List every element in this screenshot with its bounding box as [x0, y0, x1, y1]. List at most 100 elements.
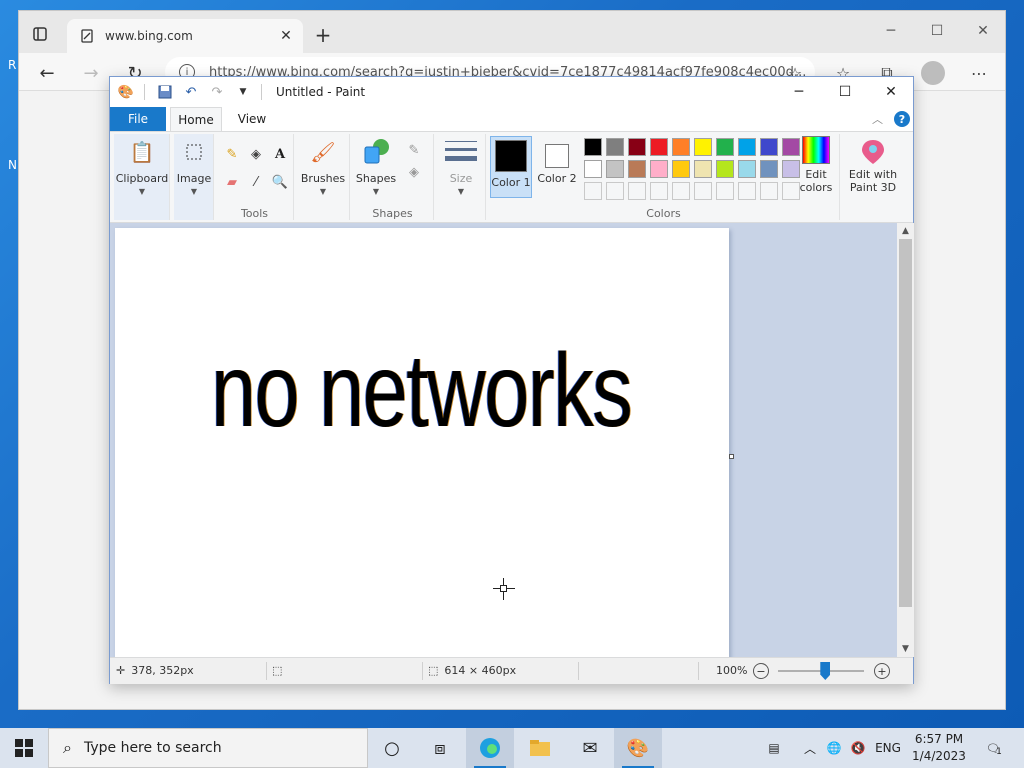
brushes-button[interactable]: 🖌 Brushes ▼: [296, 136, 350, 196]
color-swatch[interactable]: [672, 160, 690, 178]
close-tab-icon[interactable]: ✕: [275, 25, 297, 47]
color-swatch[interactable]: [606, 138, 624, 156]
canvas-workspace[interactable]: no networks: [110, 223, 897, 657]
profile-avatar[interactable]: [921, 61, 945, 85]
color-swatch[interactable]: [584, 182, 602, 200]
shapes-button[interactable]: Shapes ▼: [352, 136, 400, 196]
magnifier-icon[interactable]: 🔍: [270, 172, 290, 192]
color-swatch[interactable]: [738, 138, 756, 156]
help-icon[interactable]: ?: [894, 111, 910, 127]
color-swatch[interactable]: [650, 160, 668, 178]
color-swatch[interactable]: [650, 138, 668, 156]
color-swatch[interactable]: [760, 138, 778, 156]
color-swatch[interactable]: [716, 160, 734, 178]
color2-selector[interactable]: Color 2: [536, 136, 578, 198]
cortana-icon[interactable]: ○: [368, 728, 416, 768]
color-swatch[interactable]: [584, 138, 602, 156]
more-menu-icon[interactable]: ⋯: [965, 59, 993, 87]
minimize-icon[interactable]: ─: [871, 17, 911, 45]
maximize-icon[interactable]: ☐: [917, 17, 957, 45]
color1-selector[interactable]: Color 1: [490, 136, 532, 198]
color-picker-icon[interactable]: ⁄: [246, 172, 266, 192]
paint-minimize-icon[interactable]: ─: [776, 77, 822, 107]
vertical-scrollbar[interactable]: ▲ ▼: [897, 223, 914, 657]
taskbar-search[interactable]: ⌕ Type here to search: [48, 728, 368, 768]
paint-maximize-icon[interactable]: ☐: [822, 77, 868, 107]
back-icon[interactable]: ←: [33, 59, 61, 87]
fill-icon[interactable]: ◈: [246, 144, 266, 164]
collapse-ribbon-icon[interactable]: ︿: [872, 111, 883, 127]
tab-actions-icon[interactable]: [29, 23, 51, 45]
scroll-down-icon[interactable]: ▼: [897, 641, 914, 657]
customize-qat-icon[interactable]: ▼: [233, 82, 253, 102]
color-swatch[interactable]: [584, 160, 602, 178]
drawing-canvas[interactable]: no networks: [115, 228, 729, 657]
show-hidden-icons[interactable]: ︿: [800, 728, 820, 768]
eraser-icon[interactable]: ▰: [222, 172, 242, 192]
color-swatch[interactable]: [716, 138, 734, 156]
edge-icon[interactable]: [466, 728, 514, 768]
zoom-in-icon[interactable]: +: [874, 663, 890, 679]
color-swatch[interactable]: [760, 182, 778, 200]
start-button[interactable]: [0, 728, 48, 768]
selection-size: ⬚: [272, 664, 282, 677]
color-swatch[interactable]: [694, 138, 712, 156]
pencil-icon[interactable]: ✎: [222, 144, 242, 164]
mail-icon[interactable]: ✉: [566, 728, 614, 768]
redo-icon[interactable]: ↷: [207, 82, 227, 102]
news-icon[interactable]: ▤: [760, 728, 788, 768]
save-icon[interactable]: [155, 82, 175, 102]
paint-app-icon[interactable]: 🎨: [116, 82, 136, 102]
zoom-out-icon[interactable]: −: [753, 663, 769, 679]
size-button[interactable]: Size ▼: [436, 136, 486, 196]
image-button[interactable]: Image ▼: [174, 136, 214, 196]
color1-swatch: [495, 140, 527, 172]
color-swatch[interactable]: [694, 160, 712, 178]
language-indicator[interactable]: ENG: [872, 728, 904, 768]
canvas-resize-handle[interactable]: [729, 454, 734, 459]
color-swatch[interactable]: [606, 160, 624, 178]
color-swatch[interactable]: [672, 182, 690, 200]
network-icon[interactable]: 🌐: [822, 728, 846, 768]
system-clock[interactable]: 6:57 PM 1/4/2023: [906, 731, 972, 765]
paint-close-icon[interactable]: ✕: [868, 77, 914, 107]
clipboard-button[interactable]: 📋 Clipboard ▼: [114, 136, 170, 196]
forward-icon[interactable]: →: [77, 59, 105, 87]
zoom-slider-thumb[interactable]: [820, 662, 831, 680]
edit-with-paint3d-button[interactable]: Edit with Paint 3D: [842, 136, 904, 194]
color-swatch[interactable]: [672, 138, 690, 156]
edit-colors-button[interactable]: Edit colors: [796, 136, 836, 194]
tab-view[interactable]: View: [230, 107, 274, 131]
browser-tab[interactable]: www.bing.com ✕: [67, 19, 303, 53]
color-swatch[interactable]: [650, 182, 668, 200]
volume-muted-icon[interactable]: 🔇: [846, 728, 870, 768]
color-swatch[interactable]: [738, 182, 756, 200]
close-window-icon[interactable]: ✕: [963, 17, 1003, 45]
new-tab-button[interactable]: +: [311, 23, 335, 47]
color-swatch[interactable]: [694, 182, 712, 200]
color-swatch[interactable]: [760, 160, 778, 178]
color2-label: Color 2: [537, 172, 577, 185]
notifications-button[interactable]: 🗨 1: [980, 728, 1008, 768]
task-view-icon[interactable]: ⧈: [416, 728, 464, 768]
scroll-up-icon[interactable]: ▲: [897, 223, 914, 239]
fill-shape-icon[interactable]: ◈: [404, 162, 424, 182]
color2-swatch: [545, 144, 569, 168]
tab-home[interactable]: Home: [170, 107, 222, 132]
color-swatch[interactable]: [628, 182, 646, 200]
text-icon[interactable]: A: [270, 144, 290, 164]
paint-taskbar-icon[interactable]: 🎨: [614, 728, 662, 768]
color-swatch[interactable]: [738, 160, 756, 178]
file-explorer-icon[interactable]: [516, 728, 564, 768]
scrollbar-thumb[interactable]: [899, 239, 912, 607]
outline-icon[interactable]: ✎: [404, 140, 424, 160]
color-swatch[interactable]: [628, 138, 646, 156]
page-favicon-icon: [79, 28, 95, 44]
tab-file[interactable]: File: [110, 107, 166, 131]
undo-icon[interactable]: ↶: [181, 82, 201, 102]
color-swatch[interactable]: [606, 182, 624, 200]
color-swatch[interactable]: [628, 160, 646, 178]
paint-window: 🎨 ↶ ↷ ▼ Untitled - Paint ─ ☐ ✕ File Home…: [109, 76, 914, 684]
color-swatch[interactable]: [716, 182, 734, 200]
chevron-down-icon: ▼: [138, 187, 146, 196]
